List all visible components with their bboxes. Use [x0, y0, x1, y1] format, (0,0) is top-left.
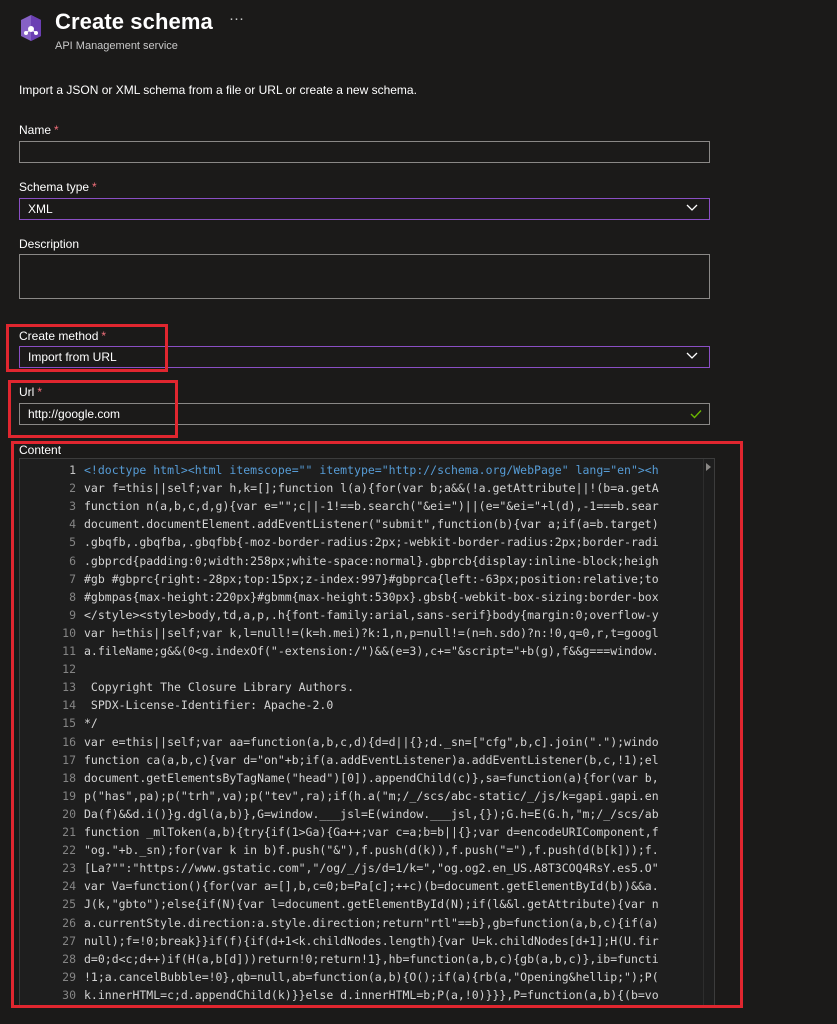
line-number: 9	[69, 607, 76, 622]
line-number: 7	[69, 571, 76, 586]
line-number: 22	[62, 843, 76, 858]
content-code-editor[interactable]: 1 2 3 4 5 6 7 8 9 10 11 12 13 14 15 16 17 18 19 20 21 22 23 24 2…	[19, 458, 715, 1006]
code-line: document.getElementsByTagName("head")[0]…	[84, 770, 659, 785]
code-line: Copyright The Closure Library Authors.	[84, 680, 355, 695]
required-asterisk: *	[54, 123, 59, 137]
scroll-arrow-icon	[706, 463, 711, 471]
code-line: var h=this||self;var k,l=null!=(k=h.mei)…	[84, 625, 659, 640]
intro-text: Import a JSON or XML schema from a file …	[19, 83, 417, 97]
line-number: 10	[62, 625, 76, 640]
line-number: 13	[62, 680, 76, 695]
more-options-icon[interactable]: ···	[229, 10, 244, 27]
line-number: 4	[69, 517, 76, 532]
description-textarea[interactable]	[19, 254, 710, 299]
code-line: k.innerHTML=c;d.appendChild(k)}}else d.i…	[84, 987, 659, 1002]
code-line: document.documentElement.addEventListene…	[84, 517, 659, 532]
line-number: 1	[69, 463, 76, 477]
line-number-gutter: 1 2 3 4 5 6 7 8 9 10 11 12 13 14 15 16 17 18 19 20 21 22 23 24 2…	[20, 459, 82, 1005]
api-management-icon	[21, 15, 41, 41]
content-label: Content	[19, 443, 62, 457]
required-asterisk: *	[37, 385, 42, 399]
name-input[interactable]	[19, 141, 710, 163]
line-number: 30	[62, 987, 76, 1002]
line-number: 3	[69, 499, 76, 514]
code-line: J(k,"gbto");else{if(N){var l=document.ge…	[84, 897, 659, 912]
schema-type-label-text: Schema type	[19, 180, 90, 194]
code-line: */	[84, 716, 98, 731]
blade-header: Create schema ··· API Management service	[0, 0, 837, 62]
line-number: 23	[62, 861, 76, 876]
schema-type-label: Schema type *	[19, 180, 97, 194]
code-line: !1;a.cancelBubble=!0},qb=null,ab=functio…	[84, 969, 659, 984]
required-asterisk: *	[92, 180, 97, 194]
line-number: 21	[62, 825, 76, 839]
url-input-value: http://google.com	[28, 407, 121, 421]
code-line: function ca(a,b,c){var d="on"+b;if(a.add…	[84, 752, 659, 767]
line-number: 2	[69, 481, 76, 496]
code-line: function n(a,b,c,d,g){var e="";c||-1!==b…	[84, 499, 659, 514]
line-number: 28	[62, 951, 76, 966]
line-number: 20	[62, 806, 76, 821]
line-number: 27	[62, 933, 76, 948]
line-number: 5	[69, 535, 76, 550]
line-number: 15	[62, 716, 76, 731]
line-number: 6	[69, 553, 76, 568]
code-line: var Va=function(){for(var a=[],b,c=0;b=P…	[84, 879, 659, 894]
code-line: [La?"":"https://www.gstatic.com","/og/_/…	[84, 861, 659, 876]
code-line: null);f=!0;break}}if(f){if(d+1<k.childNo…	[84, 933, 659, 948]
code-line: </style><style>body,td,a,p,.h{font-famil…	[84, 607, 659, 622]
schema-type-value: XML	[28, 202, 53, 216]
create-method-label-text: Create method	[19, 329, 99, 343]
description-label: Description	[19, 237, 80, 251]
line-number: 19	[62, 788, 76, 803]
line-number: 29	[62, 969, 76, 984]
line-number: 8	[69, 589, 76, 604]
code-line: function _mlToken(a,b){try{if(1>Ga){Ga++…	[84, 825, 659, 839]
line-number: 11	[62, 644, 76, 658]
page-title: Create schema	[55, 9, 213, 34]
chevron-down-icon	[686, 204, 698, 211]
code-line: <!doctype html><html itemscope="" itemty…	[84, 463, 659, 477]
vertical-scrollbar[interactable]	[703, 459, 714, 1005]
code-line: .gbprcd{padding:0;width:258px;white-spac…	[84, 553, 659, 568]
code-line: a.fileName;g&&(0<g.indexOf("-extension:/…	[84, 644, 659, 658]
code-line: SPDX-License-Identifier: Apache-2.0	[84, 698, 334, 713]
code-line: a.currentStyle.direction:a.style.directi…	[84, 915, 659, 930]
url-label-text: Url	[19, 385, 35, 399]
line-number: 24	[62, 879, 76, 894]
code-line: .gbqfb,.gbqfba,.gbqfbb{-moz-border-radiu…	[84, 535, 659, 550]
name-label-text: Name	[19, 123, 52, 137]
create-method-dropdown[interactable]: Import from URL	[19, 346, 710, 368]
create-method-value: Import from URL	[28, 350, 117, 364]
line-number: 14	[62, 698, 76, 713]
page-subtitle: API Management service	[55, 40, 178, 52]
line-number: 17	[62, 752, 76, 767]
code-line: var f=this||self;var h,k=[];function l(a…	[84, 481, 659, 496]
schema-type-dropdown[interactable]: XML	[19, 198, 710, 220]
code-line: p("has",pa);p("trh",va);p("tev",ra);if(h…	[84, 788, 659, 803]
code-line: #gbmpas{max-height:220px}#gbmm{max-heigh…	[84, 589, 659, 604]
code-line: Da(f)&&d.i()}g.dgl(a,b)},G=window.___jsl…	[84, 806, 659, 821]
name-label: Name *	[19, 123, 59, 137]
url-label: Url *	[19, 385, 42, 399]
code-line: d=0;d<c;d++)if(H(a,b[d]))return!0;return…	[84, 951, 659, 966]
line-number: 25	[62, 897, 76, 912]
line-number: 26	[62, 915, 76, 930]
url-input[interactable]: http://google.com	[19, 403, 710, 425]
line-number: 16	[62, 734, 76, 749]
code-line: "og."+b._sn);for(var k in b)f.push("&"),…	[84, 843, 659, 858]
required-asterisk: *	[101, 329, 107, 343]
line-number: 12	[62, 662, 76, 677]
code-line: #gb #gbprc{right:-28px;top:15px;z-index:…	[84, 571, 659, 586]
create-method-label: Create method *	[19, 329, 106, 343]
line-number: 18	[62, 770, 76, 785]
code-line: var e=this||self;var aa=function(a,b,c,d…	[84, 734, 659, 749]
chevron-down-icon	[686, 352, 698, 359]
checkmark-icon	[690, 410, 702, 419]
